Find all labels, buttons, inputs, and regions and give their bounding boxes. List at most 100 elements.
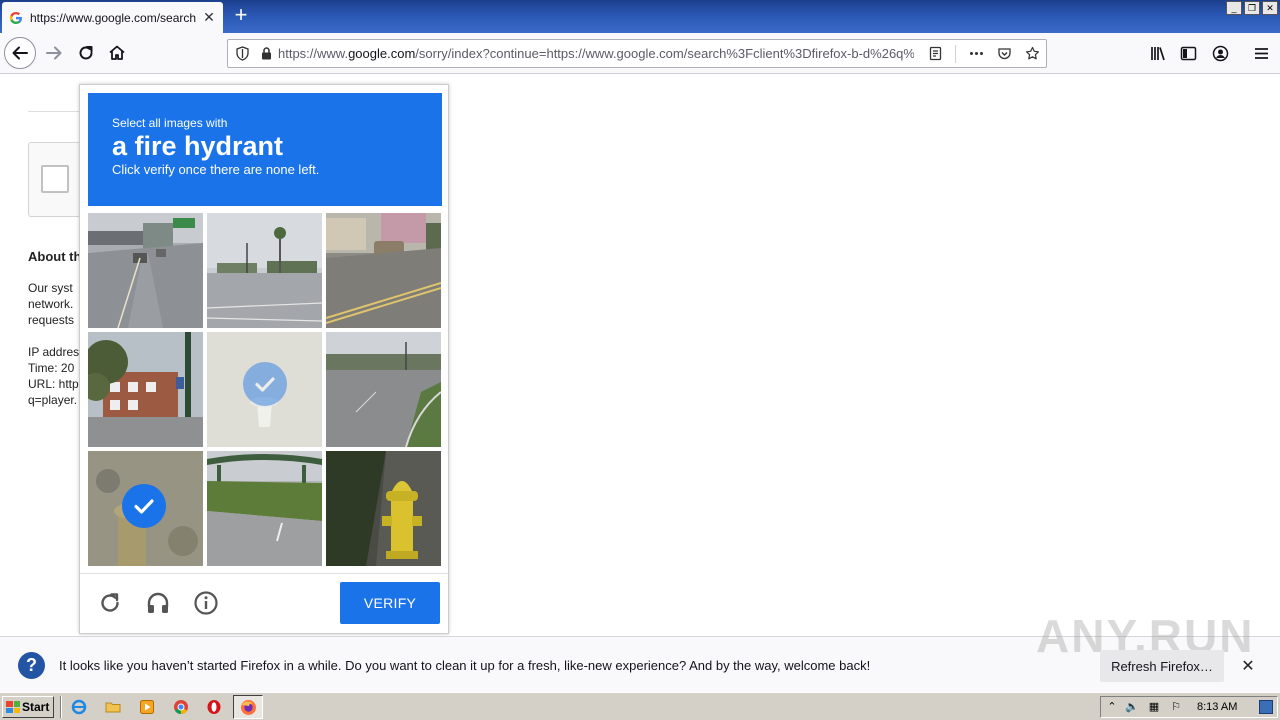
sidebar-button[interactable] [1177, 42, 1199, 64]
address-bar-actions [921, 40, 1046, 67]
image-tile[interactable] [207, 451, 322, 566]
info-line: q=player. [28, 393, 78, 407]
lock-icon[interactable] [256, 40, 276, 67]
action-center-flag-icon[interactable]: ⚐ [1169, 700, 1183, 714]
pocket-icon[interactable] [990, 40, 1018, 67]
reload-icon [79, 46, 93, 60]
restore-button[interactable]: ❐ [1244, 1, 1260, 15]
show-desktop-icon[interactable] [1259, 700, 1273, 714]
internet-explorer-icon[interactable] [70, 698, 88, 716]
library-button[interactable] [1146, 42, 1168, 64]
footer-divider [80, 573, 448, 574]
tile-image [326, 332, 441, 447]
account-icon [1212, 45, 1228, 61]
image-tile[interactable] [326, 213, 441, 328]
image-tile[interactable] [88, 332, 203, 447]
network-icon[interactable]: ▦ [1147, 700, 1161, 714]
image-tile[interactable] [207, 332, 322, 447]
opera-icon[interactable] [205, 698, 223, 716]
paragraph-line: network. [28, 297, 74, 311]
tracking-protection-icon[interactable] [228, 40, 256, 67]
tile-image [207, 451, 322, 566]
image-tile[interactable] [326, 332, 441, 447]
verify-button[interactable]: VERIFY [340, 582, 440, 624]
selected-check-icon [243, 362, 287, 406]
arrow-left-icon [12, 46, 28, 60]
minimize-button[interactable]: _ [1226, 1, 1242, 15]
paragraph-line: requests [28, 313, 75, 327]
target-object-text: a fire hydrant [112, 131, 284, 161]
home-icon [109, 45, 125, 60]
start-button[interactable]: Start [2, 696, 54, 718]
home-button[interactable] [101, 37, 133, 69]
tile-image [207, 213, 322, 328]
volume-icon[interactable]: 🔈 [1125, 700, 1139, 714]
window-titlebar: https://www.google.com/search?c ✕ + _ ❐ … [0, 0, 1280, 33]
reload-button[interactable] [70, 37, 102, 69]
library-icon [1150, 46, 1165, 60]
sidebar-icon [1180, 46, 1196, 60]
file-explorer-icon[interactable] [104, 698, 122, 716]
account-button[interactable] [1209, 42, 1231, 64]
image-tile[interactable] [207, 213, 322, 328]
new-tab-button[interactable]: + [230, 4, 252, 28]
headphones-icon [147, 592, 169, 613]
clock: 8:13 AM [1197, 701, 1238, 713]
media-player-icon[interactable] [138, 698, 156, 716]
navigation-toolbar: https://www.google.com/sorry/index?conti… [0, 33, 1280, 74]
tab-close-icon[interactable]: ✕ [201, 9, 217, 26]
forward-button[interactable] [38, 37, 70, 69]
audio-challenge-button[interactable] [143, 588, 173, 618]
question-icon: ? [18, 652, 45, 679]
refresh-firefox-notification: ANY.RUN ? It looks like you haven’t star… [0, 610, 1280, 692]
selected-check-icon [122, 484, 166, 528]
google-favicon-icon [9, 10, 23, 25]
bookmark-star-icon[interactable] [1018, 40, 1046, 67]
refresh-firefox-button[interactable]: Refresh Firefox… [1100, 650, 1224, 682]
image-tile[interactable] [88, 451, 203, 566]
firefox-icon [241, 700, 256, 715]
back-button[interactable] [4, 37, 36, 69]
show-hidden-icons-icon[interactable]: ⌃ [1105, 700, 1119, 714]
tab-title: https://www.google.com/search?c [30, 10, 196, 25]
image-grid [88, 213, 442, 567]
info-line: URL: http [28, 377, 79, 391]
arrow-right-icon [46, 46, 62, 60]
system-tray: ⌃ 🔈 ▦ ⚐ 8:13 AM [1100, 696, 1278, 718]
menu-button[interactable] [1250, 42, 1272, 64]
close-window-button[interactable]: ✕ [1262, 1, 1278, 15]
paragraph-line: Our syst [28, 281, 73, 295]
browser-tab[interactable]: https://www.google.com/search?c ✕ [2, 2, 223, 33]
info-line: Time: 20 [28, 361, 75, 375]
address-bar[interactable]: https://www.google.com/sorry/index?conti… [227, 39, 1047, 68]
start-label: Start [22, 700, 50, 714]
taskbar-divider [60, 696, 62, 718]
reload-challenge-button[interactable] [95, 588, 125, 618]
help-button[interactable] [191, 588, 221, 618]
info-icon [194, 591, 218, 615]
hamburger-menu-icon [1254, 47, 1268, 59]
challenge-header: Select all images with a fire hydrant Cl… [88, 93, 442, 206]
reader-view-icon[interactable] [921, 40, 949, 67]
recaptcha-challenge: Select all images with a fire hydrant Cl… [79, 84, 449, 634]
recaptcha-checkbox[interactable] [41, 165, 69, 193]
windows-logo-icon [6, 701, 20, 713]
url-prefix: https://www. [278, 46, 349, 61]
tile-image [88, 332, 203, 447]
image-tile[interactable] [88, 213, 203, 328]
firefox-taskbar-button[interactable] [233, 695, 263, 719]
notification-message: It looks like you haven’t started Firefo… [59, 658, 871, 673]
about-heading: About th [28, 249, 82, 264]
url-text[interactable]: https://www.google.com/sorry/index?conti… [276, 46, 914, 61]
reload-icon [101, 593, 119, 612]
address-bar-divider [955, 44, 956, 63]
notification-close-icon[interactable]: ✕ [1238, 656, 1258, 676]
tile-image [326, 213, 441, 328]
image-tile[interactable] [326, 451, 441, 566]
windows-taskbar: Start ⌃ 🔈 ▦ ⚐ 8:13 AM [0, 692, 1280, 720]
window-controls: _ ❐ ✕ [1226, 1, 1278, 15]
url-host: google.com [348, 46, 416, 61]
url-path: /sorry/index?continue=https://www.google… [415, 46, 914, 61]
chrome-icon[interactable] [172, 698, 190, 716]
page-actions-icon[interactable] [962, 40, 990, 67]
